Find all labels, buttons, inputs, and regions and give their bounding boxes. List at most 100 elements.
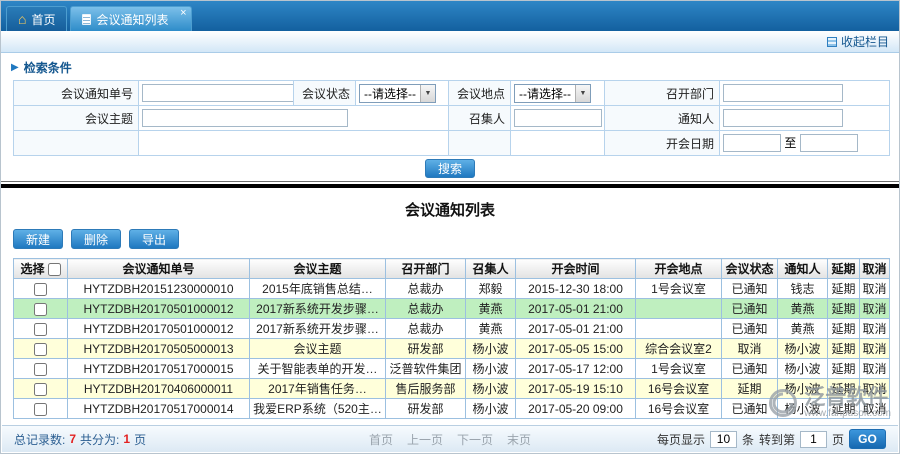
notifier-input[interactable] xyxy=(723,109,843,127)
date-field: 至 xyxy=(720,131,890,156)
location-label: 会议地点 xyxy=(449,81,511,106)
pages-unit: 页 xyxy=(134,431,146,448)
cancel-link[interactable]: 取消 xyxy=(860,299,890,319)
date-from-input[interactable] xyxy=(723,134,781,152)
row-checkbox[interactable] xyxy=(34,383,47,396)
search-section-header: ▶ 检索条件 xyxy=(1,53,899,80)
time-cell: 2017-05-05 15:00 xyxy=(516,339,636,359)
per-page-input[interactable] xyxy=(710,431,737,448)
last-page-link[interactable]: 末页 xyxy=(507,431,531,448)
row-checkbox[interactable] xyxy=(34,323,47,336)
cancel-link[interactable]: 取消 xyxy=(860,279,890,299)
date-to-label: 至 xyxy=(784,136,796,150)
postpone-link[interactable]: 延期 xyxy=(828,319,860,339)
status-label: 会议状态 xyxy=(294,81,356,106)
row-checkbox[interactable] xyxy=(34,403,47,416)
subject-input[interactable] xyxy=(142,109,348,127)
notice-no-link[interactable]: HYTZDBH20170517000015 xyxy=(68,359,250,379)
convener-field xyxy=(511,106,605,131)
location-select[interactable]: --请选择-- ▼ xyxy=(514,84,591,103)
place-cell: 16号会议室 xyxy=(636,399,722,419)
search-button[interactable]: 搜索 xyxy=(425,159,475,178)
postpone-link[interactable]: 延期 xyxy=(828,299,860,319)
first-page-link[interactable]: 首页 xyxy=(369,431,393,448)
convener-cell: 黄燕 xyxy=(466,319,516,339)
column-header: 延期 xyxy=(828,259,860,279)
date-to-input[interactable] xyxy=(800,134,858,152)
convener-cell: 杨小波 xyxy=(466,399,516,419)
goto-unit: 页 xyxy=(832,431,844,448)
location-select-value: --请选择-- xyxy=(515,85,575,102)
postpone-link[interactable]: 延期 xyxy=(828,399,860,419)
tab-home[interactable]: ⌂ 首页 xyxy=(6,6,67,31)
department-field xyxy=(720,81,890,106)
department-input[interactable] xyxy=(723,84,843,102)
subject-cell: 会议主题 xyxy=(250,339,386,359)
department-cell: 总裁办 xyxy=(386,279,466,299)
go-button[interactable]: GO xyxy=(849,429,886,449)
list-title: 会议通知列表 xyxy=(1,199,899,220)
page: ⌂ 首页 会议通知列表 × 收起栏目 ▶ 检索条件 会议通知单号 会议状态 xyxy=(0,0,900,454)
notice-no-input[interactable] xyxy=(142,84,294,102)
status-select[interactable]: --请选择-- ▼ xyxy=(359,84,436,103)
department-cell: 总裁办 xyxy=(386,319,466,339)
postpone-link[interactable]: 延期 xyxy=(828,379,860,399)
convener-input[interactable] xyxy=(514,109,602,127)
cancel-link[interactable]: 取消 xyxy=(860,339,890,359)
postpone-link[interactable]: 延期 xyxy=(828,279,860,299)
notice-no-link[interactable]: HYTZDBH20170517000014 xyxy=(68,399,250,419)
search-section-title: 检索条件 xyxy=(24,59,72,76)
delete-button[interactable]: 删除 xyxy=(71,229,121,249)
goto-page-input[interactable] xyxy=(800,431,827,448)
row-checkbox[interactable] xyxy=(34,283,47,296)
new-button[interactable]: 新建 xyxy=(13,229,63,249)
notifier-cell: 黄燕 xyxy=(778,319,828,339)
export-button[interactable]: 导出 xyxy=(129,229,179,249)
table-row: HYTZDBH201705010000122017新系统开发步骤…总裁办黄燕20… xyxy=(14,299,890,319)
date-label: 开会日期 xyxy=(605,131,720,156)
row-checkbox[interactable] xyxy=(34,303,47,316)
subject-cell: 2015年底销售总结… xyxy=(250,279,386,299)
notice-no-link[interactable]: HYTZDBH20170501000012 xyxy=(68,319,250,339)
column-header: 开会地点 xyxy=(636,259,722,279)
notifier-cell: 钱志 xyxy=(778,279,828,299)
column-header: 选择 xyxy=(14,259,68,279)
row-checkbox[interactable] xyxy=(34,363,47,376)
notice-no-label: 会议通知单号 xyxy=(14,81,139,106)
select-cell xyxy=(14,379,68,399)
time-cell: 2017-05-01 21:00 xyxy=(516,299,636,319)
subject-cell: 关于智能表单的开发… xyxy=(250,359,386,379)
postpone-link[interactable]: 延期 xyxy=(828,339,860,359)
notice-no-field xyxy=(139,81,294,106)
tab-meeting-label: 会议通知列表 xyxy=(96,11,168,28)
subject-cell: 2017新系统开发步骤… xyxy=(250,299,386,319)
cancel-link[interactable]: 取消 xyxy=(860,319,890,339)
tab-close-icon[interactable]: × xyxy=(180,7,186,19)
meeting-notice-table: 选择会议通知单号会议主题召开部门召集人开会时间开会地点会议状态通知人延期取消 H… xyxy=(13,258,890,419)
notice-no-link[interactable]: HYTZDBH20151230000010 xyxy=(68,279,250,299)
cancel-link[interactable]: 取消 xyxy=(860,399,890,419)
per-page-label: 每页显示 xyxy=(657,431,705,448)
postpone-link[interactable]: 延期 xyxy=(828,359,860,379)
next-page-link[interactable]: 下一页 xyxy=(457,431,493,448)
row-checkbox[interactable] xyxy=(34,343,47,356)
collapse-columns-link[interactable]: 收起栏目 xyxy=(827,33,889,50)
black-divider xyxy=(1,184,899,188)
document-icon xyxy=(82,14,91,25)
expand-arrow-icon[interactable]: ▶ xyxy=(11,62,19,73)
select-all-checkbox[interactable] xyxy=(48,263,61,276)
select-cell xyxy=(14,279,68,299)
cancel-link[interactable]: 取消 xyxy=(860,379,890,399)
notifier-cell: 黄燕 xyxy=(778,299,828,319)
prev-page-link[interactable]: 上一页 xyxy=(407,431,443,448)
home-icon: ⌂ xyxy=(18,13,26,25)
record-summary: 总记录数: 7 共分为: 1 页 xyxy=(14,431,146,448)
department-cell: 售后服务部 xyxy=(386,379,466,399)
cancel-link[interactable]: 取消 xyxy=(860,359,890,379)
tab-meeting-notice-list[interactable]: 会议通知列表 × xyxy=(70,6,191,31)
notifier-field xyxy=(720,106,890,131)
notice-no-link[interactable]: HYTZDBH20170501000012 xyxy=(68,299,250,319)
notice-no-link[interactable]: HYTZDBH20170505000013 xyxy=(68,339,250,359)
notice-no-link[interactable]: HYTZDBH20170406000011 xyxy=(68,379,250,399)
column-header: 召集人 xyxy=(466,259,516,279)
